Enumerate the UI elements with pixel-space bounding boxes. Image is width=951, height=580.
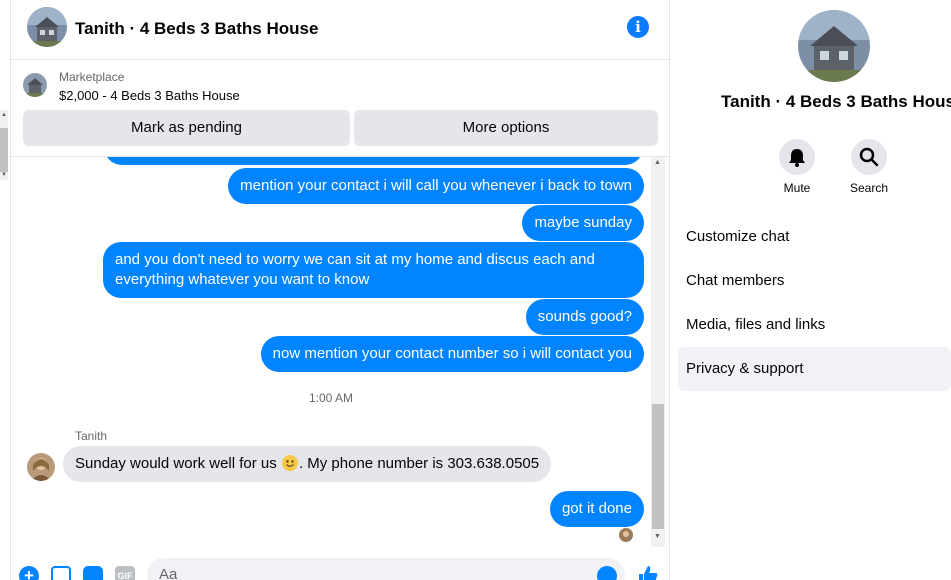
mark-as-pending-button[interactable]: Mark as pending — [23, 110, 350, 146]
incoming-message-text: . My phone number is 303.638.0505 — [298, 455, 540, 472]
menu-media-files-links[interactable]: Media, files and links — [678, 303, 951, 347]
message-scrollbar[interactable]: ▲ ▼ — [651, 157, 665, 547]
emoji-icon[interactable] — [597, 566, 617, 580]
mute-button[interactable] — [779, 139, 815, 175]
contact-avatar[interactable] — [27, 7, 67, 47]
search-button[interactable] — [851, 139, 887, 175]
incoming-message-text: Sunday would work well for us — [75, 455, 281, 472]
message-bubble-partial — [104, 157, 643, 165]
message-input[interactable]: Aa — [147, 558, 625, 580]
chat-header: Tanith · 4 Beds 3 Baths House i — [11, 0, 670, 60]
chat-pane: Tanith · 4 Beds 3 Baths House i Marketpl… — [10, 0, 670, 580]
sender-avatar[interactable] — [27, 453, 55, 481]
marketplace-label: Marketplace — [59, 70, 125, 84]
incoming-message: Sunday would work well for us . My phone… — [63, 446, 552, 482]
menu-customize-chat[interactable]: Customize chat — [678, 215, 951, 259]
outgoing-message: and you don't need to worry we can sit a… — [103, 242, 644, 298]
page-scrollbar-thumb[interactable] — [0, 128, 8, 172]
message-timestamp: 1:00 AM — [308, 391, 354, 405]
marketplace-banner: Marketplace $2,000 - 4 Beds 3 Baths Hous… — [11, 61, 670, 157]
message-list: mention your contact i will call you whe… — [11, 157, 670, 547]
conversation-info-panel: Tanith · 4 Beds 3 Baths House Mute Searc… — [670, 0, 951, 580]
outgoing-message: got it done — [549, 491, 644, 527]
sender-name: Tanith — [75, 429, 108, 443]
mute-label: Mute — [783, 181, 811, 195]
search-icon — [859, 147, 879, 167]
smiley-emoji-icon — [281, 455, 298, 471]
plus-icon[interactable]: + — [19, 566, 39, 580]
gif-icon[interactable]: GIF — [115, 566, 135, 580]
listing-thumbnail[interactable] — [23, 73, 47, 97]
photo-icon[interactable] — [51, 566, 71, 580]
chat-title[interactable]: Tanith · 4 Beds 3 Baths House — [75, 19, 318, 39]
like-icon[interactable] — [637, 564, 659, 580]
scroll-down-arrow-icon[interactable]: ▼ — [1, 172, 7, 178]
sticker-icon[interactable] — [83, 566, 103, 580]
outgoing-message: mention your contact i will call you whe… — [228, 168, 644, 204]
panel-contact-name: Tanith · 4 Beds 3 Baths House — [721, 92, 951, 111]
message-composer: + GIF Aa — [11, 555, 670, 580]
listing-title[interactable]: $2,000 - 4 Beds 3 Baths House — [59, 88, 240, 103]
scroll-up-arrow-icon[interactable]: ▲ — [1, 112, 7, 118]
message-scrollbar-thumb[interactable] — [652, 404, 664, 529]
contact-avatar-large[interactable] — [798, 10, 870, 82]
outgoing-message: sounds good? — [525, 299, 644, 335]
outgoing-message: maybe sunday — [522, 205, 644, 241]
bell-icon — [789, 149, 805, 167]
more-options-button[interactable]: More options — [354, 110, 658, 146]
menu-privacy-support[interactable]: Privacy & support — [678, 347, 951, 391]
scroll-up-arrow-icon[interactable]: ▲ — [654, 159, 661, 166]
outgoing-message: now mention your contact number so i wil… — [260, 336, 644, 372]
page-scrollbar[interactable]: ▲ ▼ — [0, 110, 10, 180]
info-icon[interactable]: i — [627, 16, 649, 38]
scroll-down-arrow-icon[interactable]: ▼ — [654, 533, 661, 540]
seen-indicator-avatar — [619, 528, 633, 542]
menu-chat-members[interactable]: Chat members — [678, 259, 951, 303]
search-label: Search — [849, 181, 889, 195]
